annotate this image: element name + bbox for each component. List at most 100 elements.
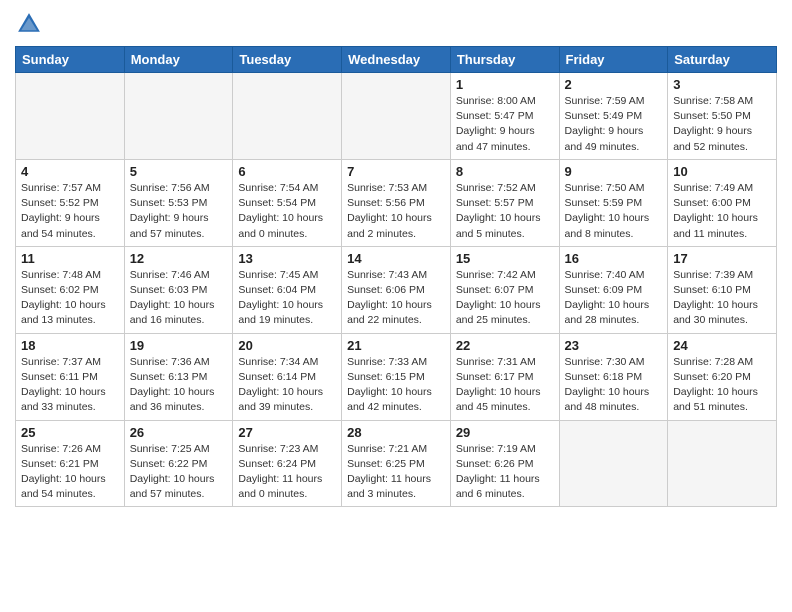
day-info: Sunrise: 7:33 AM Sunset: 6:15 PM Dayligh… xyxy=(347,355,445,416)
page-header xyxy=(15,10,777,38)
calendar-week-row: 25 Sunrise: 7:26 AM Sunset: 6:21 PM Dayli… xyxy=(16,420,777,507)
calendar-week-row: 1 Sunrise: 8:00 AM Sunset: 5:47 PM Daylig… xyxy=(16,73,777,160)
day-number: 10 xyxy=(673,164,771,179)
day-info: Sunrise: 7:42 AM Sunset: 6:07 PM Dayligh… xyxy=(456,268,554,329)
calendar-cell: 25 Sunrise: 7:26 AM Sunset: 6:21 PM Dayli… xyxy=(16,420,125,507)
calendar-week-row: 4 Sunrise: 7:57 AM Sunset: 5:52 PM Daylig… xyxy=(16,159,777,246)
weekday-header-wednesday: Wednesday xyxy=(342,47,451,73)
day-number: 3 xyxy=(673,77,771,92)
calendar-cell: 29 Sunrise: 7:19 AM Sunset: 6:26 PM Dayli… xyxy=(450,420,559,507)
day-number: 18 xyxy=(21,338,119,353)
calendar-cell: 12 Sunrise: 7:46 AM Sunset: 6:03 PM Dayli… xyxy=(124,246,233,333)
day-info: Sunrise: 7:59 AM Sunset: 5:49 PM Dayligh… xyxy=(565,94,663,155)
calendar-cell: 22 Sunrise: 7:31 AM Sunset: 6:17 PM Dayli… xyxy=(450,333,559,420)
calendar-cell: 14 Sunrise: 7:43 AM Sunset: 6:06 PM Dayli… xyxy=(342,246,451,333)
day-info: Sunrise: 7:54 AM Sunset: 5:54 PM Dayligh… xyxy=(238,181,336,242)
day-number: 12 xyxy=(130,251,228,266)
day-number: 29 xyxy=(456,425,554,440)
calendar-cell: 9 Sunrise: 7:50 AM Sunset: 5:59 PM Daylig… xyxy=(559,159,668,246)
day-info: Sunrise: 7:34 AM Sunset: 6:14 PM Dayligh… xyxy=(238,355,336,416)
day-number: 16 xyxy=(565,251,663,266)
calendar-cell: 15 Sunrise: 7:42 AM Sunset: 6:07 PM Dayli… xyxy=(450,246,559,333)
calendar-cell: 6 Sunrise: 7:54 AM Sunset: 5:54 PM Daylig… xyxy=(233,159,342,246)
calendar-cell: 24 Sunrise: 7:28 AM Sunset: 6:20 PM Dayli… xyxy=(668,333,777,420)
calendar-cell: 26 Sunrise: 7:25 AM Sunset: 6:22 PM Dayli… xyxy=(124,420,233,507)
day-number: 9 xyxy=(565,164,663,179)
day-info: Sunrise: 7:21 AM Sunset: 6:25 PM Dayligh… xyxy=(347,442,445,503)
day-number: 6 xyxy=(238,164,336,179)
day-number: 11 xyxy=(21,251,119,266)
day-info: Sunrise: 7:40 AM Sunset: 6:09 PM Dayligh… xyxy=(565,268,663,329)
day-info: Sunrise: 7:25 AM Sunset: 6:22 PM Dayligh… xyxy=(130,442,228,503)
day-number: 20 xyxy=(238,338,336,353)
day-number: 17 xyxy=(673,251,771,266)
calendar-cell: 13 Sunrise: 7:45 AM Sunset: 6:04 PM Dayli… xyxy=(233,246,342,333)
day-info: Sunrise: 7:28 AM Sunset: 6:20 PM Dayligh… xyxy=(673,355,771,416)
calendar-cell: 5 Sunrise: 7:56 AM Sunset: 5:53 PM Daylig… xyxy=(124,159,233,246)
day-info: Sunrise: 7:19 AM Sunset: 6:26 PM Dayligh… xyxy=(456,442,554,503)
day-info: Sunrise: 7:37 AM Sunset: 6:11 PM Dayligh… xyxy=(21,355,119,416)
day-number: 14 xyxy=(347,251,445,266)
calendar-cell xyxy=(342,73,451,160)
calendar-cell: 1 Sunrise: 8:00 AM Sunset: 5:47 PM Daylig… xyxy=(450,73,559,160)
day-info: Sunrise: 7:43 AM Sunset: 6:06 PM Dayligh… xyxy=(347,268,445,329)
day-info: Sunrise: 7:58 AM Sunset: 5:50 PM Dayligh… xyxy=(673,94,771,155)
day-info: Sunrise: 7:49 AM Sunset: 6:00 PM Dayligh… xyxy=(673,181,771,242)
day-info: Sunrise: 8:00 AM Sunset: 5:47 PM Dayligh… xyxy=(456,94,554,155)
day-info: Sunrise: 7:48 AM Sunset: 6:02 PM Dayligh… xyxy=(21,268,119,329)
calendar-cell: 19 Sunrise: 7:36 AM Sunset: 6:13 PM Dayli… xyxy=(124,333,233,420)
calendar-cell: 28Sunrise: 7:21 AM Sunset: 6:25 PM Dayli… xyxy=(342,420,451,507)
day-number: 25 xyxy=(21,425,119,440)
day-number: 15 xyxy=(456,251,554,266)
day-info: Sunrise: 7:57 AM Sunset: 5:52 PM Dayligh… xyxy=(21,181,119,242)
calendar-table: SundayMondayTuesdayWednesdayThursdayFrid… xyxy=(15,46,777,507)
day-info: Sunrise: 7:45 AM Sunset: 6:04 PM Dayligh… xyxy=(238,268,336,329)
day-number: 13 xyxy=(238,251,336,266)
calendar-cell xyxy=(16,73,125,160)
day-info: Sunrise: 7:36 AM Sunset: 6:13 PM Dayligh… xyxy=(130,355,228,416)
calendar-cell: 23 Sunrise: 7:30 AM Sunset: 6:18 PM Dayli… xyxy=(559,333,668,420)
calendar-cell: 8Sunrise: 7:52 AM Sunset: 5:57 PM Daylig… xyxy=(450,159,559,246)
day-info: Sunrise: 7:46 AM Sunset: 6:03 PM Dayligh… xyxy=(130,268,228,329)
day-info: Sunrise: 7:56 AM Sunset: 5:53 PM Dayligh… xyxy=(130,181,228,242)
day-info: Sunrise: 7:26 AM Sunset: 6:21 PM Dayligh… xyxy=(21,442,119,503)
day-info: Sunrise: 7:50 AM Sunset: 5:59 PM Dayligh… xyxy=(565,181,663,242)
day-number: 19 xyxy=(130,338,228,353)
day-number: 22 xyxy=(456,338,554,353)
day-info: Sunrise: 7:31 AM Sunset: 6:17 PM Dayligh… xyxy=(456,355,554,416)
weekday-header-sunday: Sunday xyxy=(16,47,125,73)
weekday-header-friday: Friday xyxy=(559,47,668,73)
calendar-cell: 27Sunrise: 7:23 AM Sunset: 6:24 PM Dayli… xyxy=(233,420,342,507)
day-info: Sunrise: 7:23 AM Sunset: 6:24 PM Dayligh… xyxy=(238,442,336,503)
day-number: 21 xyxy=(347,338,445,353)
weekday-header-monday: Monday xyxy=(124,47,233,73)
weekday-header-tuesday: Tuesday xyxy=(233,47,342,73)
calendar-cell: 4 Sunrise: 7:57 AM Sunset: 5:52 PM Daylig… xyxy=(16,159,125,246)
calendar-cell: 17 Sunrise: 7:39 AM Sunset: 6:10 PM Dayli… xyxy=(668,246,777,333)
day-info: Sunrise: 7:53 AM Sunset: 5:56 PM Dayligh… xyxy=(347,181,445,242)
day-number: 4 xyxy=(21,164,119,179)
day-info: Sunrise: 7:39 AM Sunset: 6:10 PM Dayligh… xyxy=(673,268,771,329)
day-number: 2 xyxy=(565,77,663,92)
weekday-header-saturday: Saturday xyxy=(668,47,777,73)
calendar-cell xyxy=(559,420,668,507)
logo xyxy=(15,10,47,38)
day-number: 23 xyxy=(565,338,663,353)
weekday-header-row: SundayMondayTuesdayWednesdayThursdayFrid… xyxy=(16,47,777,73)
day-number: 24 xyxy=(673,338,771,353)
calendar-cell: 20 Sunrise: 7:34 AM Sunset: 6:14 PM Dayli… xyxy=(233,333,342,420)
weekday-header-thursday: Thursday xyxy=(450,47,559,73)
day-number: 8 xyxy=(456,164,554,179)
day-number: 5 xyxy=(130,164,228,179)
day-number: 1 xyxy=(456,77,554,92)
calendar-cell: 21 Sunrise: 7:33 AM Sunset: 6:15 PM Dayli… xyxy=(342,333,451,420)
day-number: 26 xyxy=(130,425,228,440)
calendar-week-row: 18 Sunrise: 7:37 AM Sunset: 6:11 PM Dayli… xyxy=(16,333,777,420)
day-info: Sunrise: 7:30 AM Sunset: 6:18 PM Dayligh… xyxy=(565,355,663,416)
calendar-cell xyxy=(233,73,342,160)
calendar-cell: 3 Sunrise: 7:58 AM Sunset: 5:50 PM Daylig… xyxy=(668,73,777,160)
day-number: 7 xyxy=(347,164,445,179)
logo-icon xyxy=(15,10,43,38)
calendar-cell xyxy=(124,73,233,160)
calendar-cell xyxy=(668,420,777,507)
